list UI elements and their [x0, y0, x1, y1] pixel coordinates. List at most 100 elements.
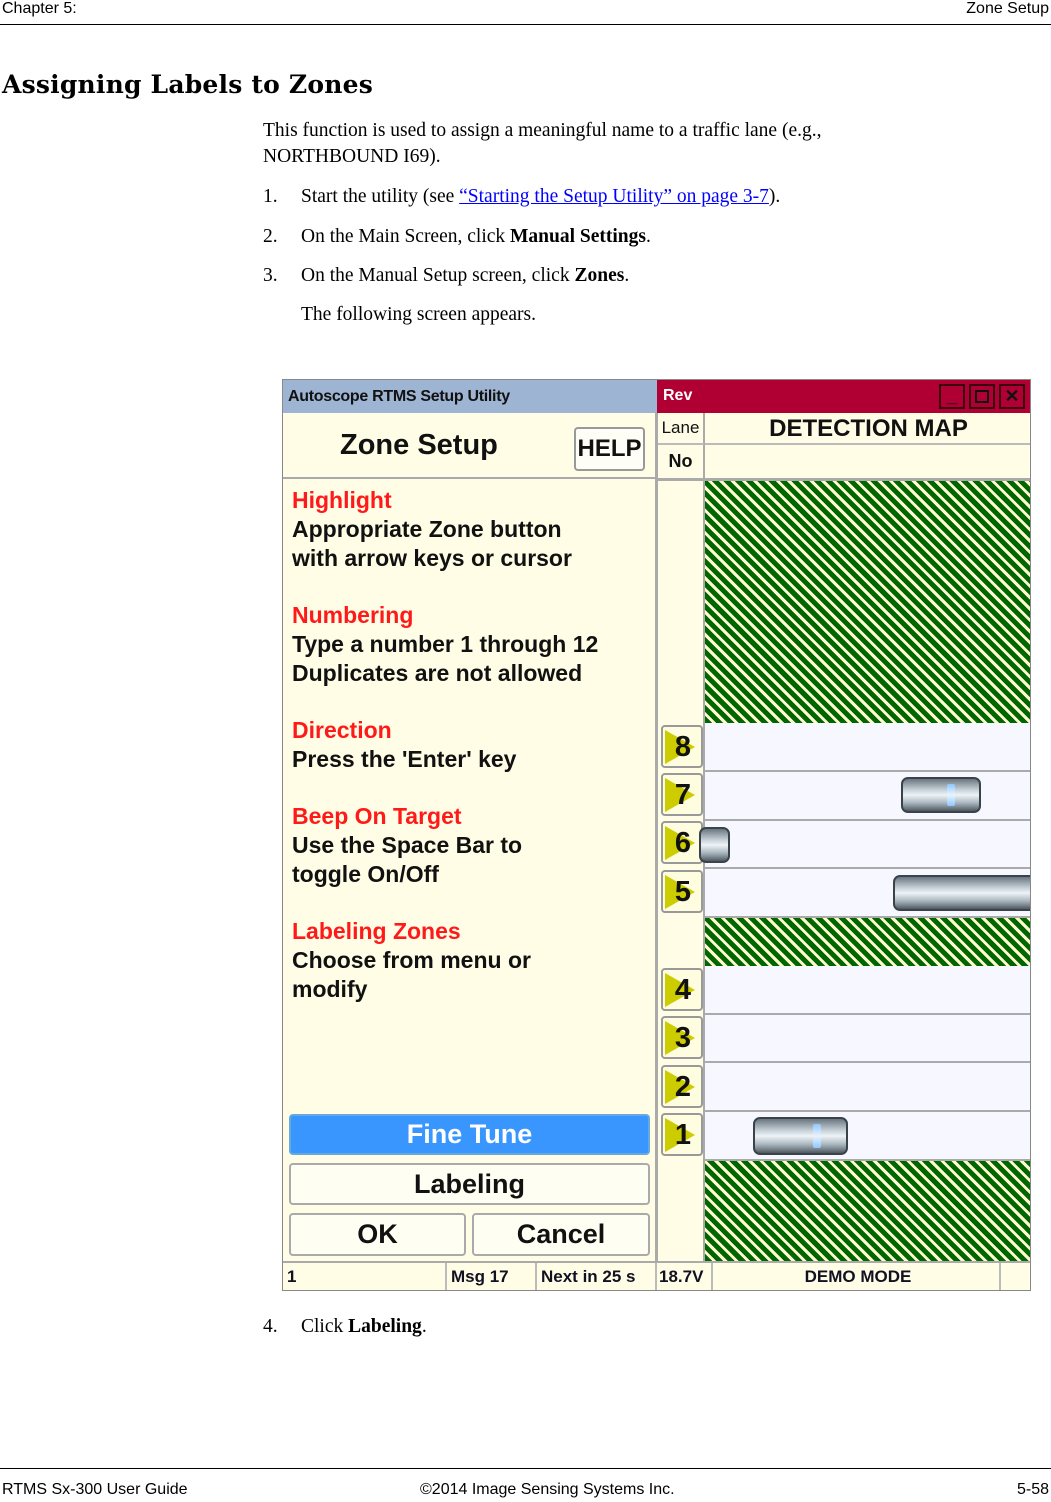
- vehicle-car-icon: [699, 827, 730, 863]
- ok-button[interactable]: OK: [289, 1213, 466, 1256]
- app-title: Autoscope RTMS Setup Utility: [288, 388, 510, 405]
- lane-row-7: [705, 772, 1030, 821]
- zone-button-1[interactable]: 1: [661, 1113, 703, 1156]
- instruction-text: Duplicates are not allowed: [292, 660, 583, 686]
- maximize-button[interactable]: [969, 384, 995, 409]
- step-number: 1.: [263, 186, 278, 207]
- no-detection-hatch: [705, 918, 1030, 966]
- guide-title: RTMS Sx-300 User Guide: [2, 1481, 188, 1498]
- no-detection-hatch: [705, 1161, 1030, 1261]
- section-label: Zone Setup: [966, 0, 1049, 17]
- instruction-heading: Direction: [292, 717, 392, 743]
- help-button[interactable]: HELP: [574, 427, 645, 471]
- zone-number: 1: [674, 1119, 692, 1151]
- zone-number: 2: [674, 1071, 692, 1103]
- screen-header: Zone Setup HELP: [283, 413, 657, 479]
- instruction-heading: Labeling Zones: [292, 918, 461, 944]
- status-voltage: 18.7V: [657, 1263, 713, 1290]
- title-bar: Autoscope RTMS Setup Utility: [283, 380, 657, 413]
- number-column-label: No: [658, 445, 705, 478]
- maximize-icon: [975, 390, 989, 403]
- zone-number: 7: [674, 779, 692, 811]
- step-3: 3. On the Manual Setup screen, click Zone…: [263, 263, 629, 289]
- zone-button-3[interactable]: 3: [661, 1016, 703, 1059]
- step-bold-term: Labeling: [348, 1316, 422, 1337]
- intro-paragraph: This function is used to assign a meanin…: [263, 118, 821, 170]
- step-number: 2.: [263, 226, 278, 247]
- lane-column-label: Lane: [658, 413, 705, 445]
- vehicle-car-icon: [753, 1117, 848, 1155]
- step-number: 4.: [263, 1316, 278, 1337]
- instruction-highlight: Highlight Appropriate Zone button with a…: [292, 486, 655, 573]
- labeling-button[interactable]: Labeling: [289, 1163, 650, 1205]
- lane-row-6: [699, 821, 1030, 869]
- detection-map-title: DETECTION MAP: [705, 413, 1030, 445]
- fine-tune-button[interactable]: Fine Tune: [289, 1114, 650, 1155]
- instruction-beep-on-target: Beep On Target Use the Space Bar to togg…: [292, 802, 655, 889]
- lane-row-3: [705, 1015, 1030, 1063]
- running-header: Chapter 5: Zone Setup: [0, 0, 1051, 25]
- step-text: .: [646, 226, 651, 247]
- detection-map: [699, 481, 1030, 1261]
- instruction-heading: Beep On Target: [292, 803, 462, 829]
- status-bar: 1 Msg 17 Next in 25 s 18.7V DEMO MODE: [283, 1261, 1030, 1290]
- minimize-icon: _: [946, 386, 957, 406]
- zone-button-8[interactable]: 8: [661, 725, 703, 768]
- instruction-heading: Numbering: [292, 602, 414, 628]
- lane-row-1: [705, 1112, 1030, 1161]
- zone-button-4[interactable]: 4: [661, 968, 703, 1011]
- step-number: 3.: [263, 265, 278, 286]
- step-4: 4. Click Labeling.: [263, 1314, 427, 1340]
- cancel-button[interactable]: Cancel: [472, 1213, 650, 1256]
- close-button[interactable]: ✕: [999, 384, 1025, 409]
- step-text: On the Main Screen, click: [301, 226, 511, 247]
- instruction-text: Type a number 1 through 12: [292, 631, 599, 657]
- detection-map-header: Lane No DETECTION MAP: [658, 413, 1030, 481]
- instruction-text: toggle On/Off: [292, 861, 439, 887]
- zone-button-2[interactable]: 2: [661, 1065, 703, 1108]
- no-detection-hatch: [705, 481, 1030, 723]
- lane-row-4: [705, 966, 1030, 1015]
- zone-number: 6: [674, 827, 692, 859]
- section-heading: Assigning Labels to Zones: [2, 70, 374, 99]
- step-text: ).: [768, 186, 781, 207]
- status-field: 1: [283, 1263, 447, 1290]
- step-text: Start the utility (see: [301, 186, 460, 207]
- zone-button-6[interactable]: 6: [661, 821, 703, 864]
- zone-button-7[interactable]: 7: [661, 773, 703, 816]
- close-icon: ✕: [1004, 386, 1020, 406]
- instruction-direction: Direction Press the 'Enter' key: [292, 716, 655, 774]
- step-bold-term: Zones: [574, 265, 625, 286]
- lane-row-8: [705, 723, 1030, 772]
- instruction-text: Press the 'Enter' key: [292, 746, 517, 772]
- status-empty-field: [1001, 1263, 1030, 1290]
- step-text: Click: [301, 1316, 349, 1337]
- step-text: On the Manual Setup screen, click: [301, 265, 575, 286]
- instructions-panel: Highlight Appropriate Zone button with a…: [283, 480, 655, 1110]
- zone-number: 8: [674, 731, 692, 763]
- instruction-text: with arrow keys or cursor: [292, 545, 572, 571]
- zone-number: 3: [674, 1022, 692, 1054]
- copyright: ©2014 Image Sensing Systems Inc.: [420, 1481, 675, 1498]
- instruction-text: Use the Space Bar to: [292, 832, 523, 858]
- status-mode: DEMO MODE: [713, 1263, 1001, 1290]
- instruction-heading: Highlight: [292, 487, 392, 513]
- status-message: Msg 17: [447, 1263, 537, 1290]
- step-bold-term: Manual Settings: [510, 226, 646, 247]
- instruction-labeling-zones: Labeling Zones Choose from menu or modif…: [292, 917, 655, 1004]
- instruction-text: Appropriate Zone button: [292, 516, 562, 542]
- zone-button-5[interactable]: 5: [661, 870, 703, 913]
- minimize-button[interactable]: _: [939, 384, 965, 409]
- running-footer: RTMS Sx-300 User Guide ©2014 Image Sensi…: [0, 1468, 1051, 1498]
- instruction-numbering: Numbering Type a number 1 through 12 Dup…: [292, 601, 655, 688]
- title-bar-controls: Rev _ ✕: [657, 380, 1030, 413]
- page-number: 5-58: [1016, 1481, 1049, 1498]
- vehicle-car-icon: [901, 777, 981, 813]
- zone-number: 5: [674, 876, 692, 908]
- status-next: Next in 25 s: [537, 1263, 657, 1290]
- step-text: .: [421, 1316, 427, 1337]
- app-window-screenshot: Autoscope RTMS Setup Utility Rev _ ✕ Zon…: [282, 379, 1031, 1291]
- lane-row-2: [705, 1063, 1030, 1112]
- cross-reference-link[interactable]: “Starting the Setup Utility” on page 3-7: [459, 186, 769, 207]
- chapter-label: Chapter 5:: [2, 0, 77, 17]
